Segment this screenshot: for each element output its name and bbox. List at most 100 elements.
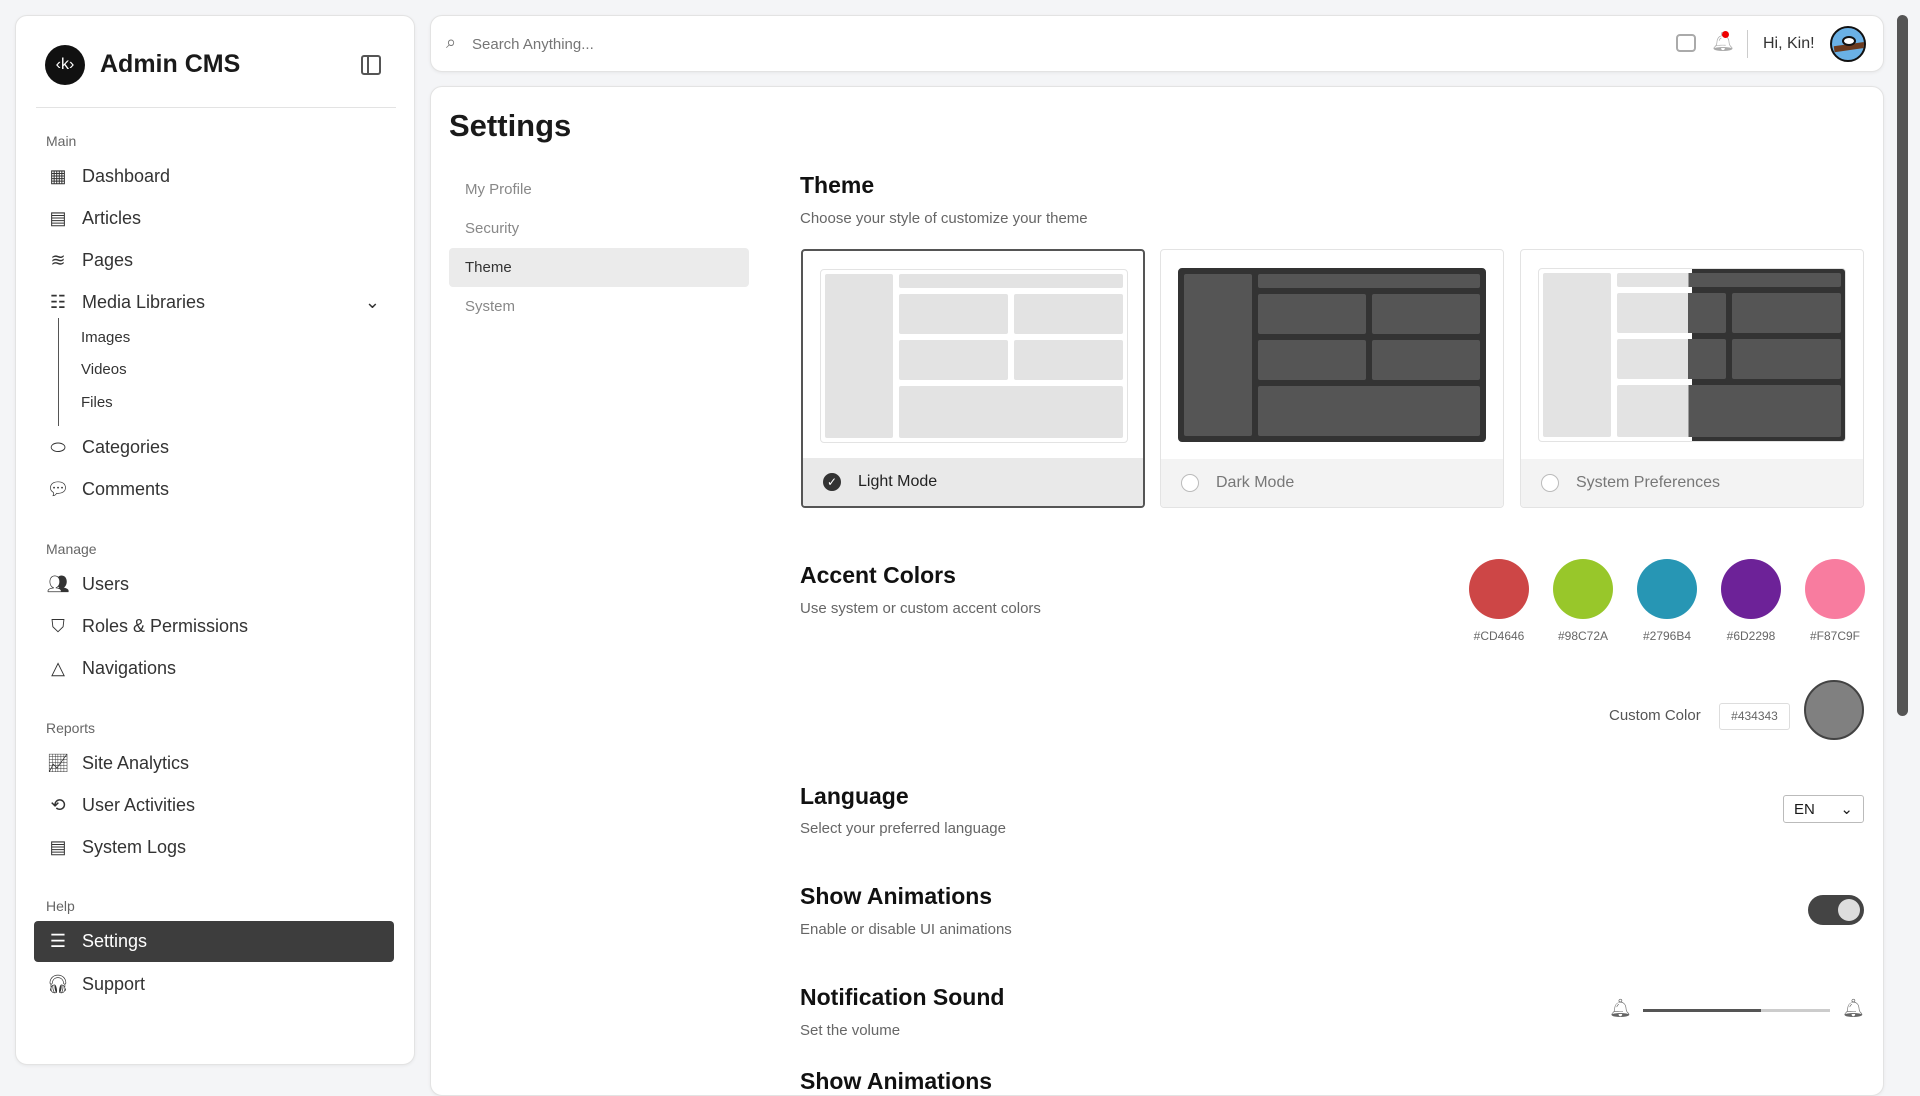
scrollbar[interactable] bbox=[1897, 15, 1908, 716]
sidebar-item-navigations[interactable]: △ Navigations bbox=[34, 648, 394, 688]
sidebar-item-articles[interactable]: ▤ Articles bbox=[34, 198, 394, 238]
custom-color-label: Custom Color bbox=[1609, 707, 1701, 724]
sound-heading: Notification Sound bbox=[800, 984, 1005, 1010]
divider bbox=[36, 107, 396, 108]
label: Pages bbox=[82, 249, 134, 270]
section-main: Main bbox=[46, 133, 77, 149]
color-label: #98C72A bbox=[1557, 629, 1609, 643]
next-section-heading: Show Animations bbox=[800, 1068, 993, 1094]
sidebar-toggle-icon[interactable] bbox=[361, 55, 381, 75]
avatar[interactable] bbox=[1830, 26, 1866, 62]
label: Articles bbox=[82, 207, 142, 228]
accent-heading: Accent Colors bbox=[800, 562, 956, 588]
label: Categories bbox=[82, 436, 170, 457]
language-desc: Select your preferred language bbox=[800, 820, 1006, 837]
subnav-security[interactable]: Security bbox=[449, 209, 749, 248]
label: Support bbox=[82, 973, 146, 994]
label: User Activities bbox=[82, 794, 196, 815]
sidebar-item-settings[interactable]: ☰ Settings bbox=[34, 921, 394, 962]
sidebar-item-pages[interactable]: ≋ Pages bbox=[34, 240, 394, 280]
categories-icon: ⬭ bbox=[50, 436, 66, 457]
theme-option-light[interactable]: ✓ Light Mode bbox=[801, 249, 1145, 508]
label: Comments bbox=[82, 478, 170, 499]
sidebar-sub-images[interactable]: Images bbox=[81, 329, 130, 346]
sidebar-item-support[interactable]: 🎧︎ Support bbox=[34, 964, 394, 1004]
custom-color-picker[interactable] bbox=[1804, 680, 1864, 740]
animations-toggle[interactable] bbox=[1808, 895, 1864, 925]
subnav-system[interactable]: System bbox=[449, 287, 749, 326]
volume-fill bbox=[1643, 1009, 1761, 1012]
language-value: EN bbox=[1794, 800, 1815, 818]
section-manage: Manage bbox=[46, 541, 97, 557]
log-icon: ▤ bbox=[49, 836, 67, 857]
swatch-purple[interactable]: #6D2298 bbox=[1711, 559, 1791, 643]
chart-line-icon: 📈︎ bbox=[46, 752, 70, 773]
inbox-icon[interactable] bbox=[1676, 34, 1696, 52]
sidebar-item-media[interactable]: ☷ Media Libraries ⌄ bbox=[34, 282, 394, 322]
theme-option-dark[interactable]: Dark Mode bbox=[1160, 249, 1504, 508]
navigation-icon: △ bbox=[51, 657, 65, 678]
subnav-theme[interactable]: Theme bbox=[449, 248, 749, 287]
label: Settings bbox=[82, 931, 148, 951]
label: Users bbox=[82, 573, 130, 594]
swatch-pink[interactable]: #F87C9F bbox=[1795, 559, 1875, 643]
sidebar-item-users[interactable]: 👥︎ Users bbox=[34, 564, 394, 604]
sidebar-sub-videos[interactable]: Videos bbox=[81, 361, 127, 378]
logo-icon: ‹k› bbox=[45, 45, 85, 85]
check-icon: ✓ bbox=[823, 473, 841, 491]
swatch-red[interactable]: #CD4646 bbox=[1459, 559, 1539, 643]
color-label: #2796B4 bbox=[1642, 629, 1692, 643]
subnav-my-profile[interactable]: My Profile bbox=[449, 170, 749, 209]
layers-icon: ≋ bbox=[50, 249, 66, 270]
radio-icon bbox=[1541, 474, 1559, 492]
tree-line bbox=[58, 318, 59, 426]
theme-desc: Choose your style of customize your them… bbox=[800, 210, 1088, 227]
accent-desc: Use system or custom accent colors bbox=[800, 600, 1041, 617]
color-label: #CD4646 bbox=[1473, 629, 1525, 643]
label: Dark Mode bbox=[1216, 474, 1295, 491]
label: Media Libraries bbox=[82, 291, 206, 312]
label: Navigations bbox=[82, 657, 177, 678]
label: Roles & Permissions bbox=[82, 615, 249, 636]
color-dot[interactable] bbox=[1721, 559, 1781, 619]
sidebar-item-categories[interactable]: ⬭ Categories bbox=[34, 427, 394, 467]
chevron-down-icon: ⌄ bbox=[364, 291, 380, 312]
search-input[interactable] bbox=[472, 30, 1672, 58]
divider bbox=[1747, 30, 1748, 58]
label: System Logs bbox=[82, 836, 187, 857]
sound-desc: Set the volume bbox=[800, 1022, 901, 1039]
language-heading: Language bbox=[800, 783, 909, 809]
color-dot[interactable] bbox=[1637, 559, 1697, 619]
greeting: Hi, Kin! bbox=[1763, 35, 1815, 52]
sidebar-item-logs[interactable]: ▤ System Logs bbox=[34, 827, 394, 867]
shield-icon: ⛉ bbox=[51, 615, 65, 636]
swatch-blue[interactable]: #2796B4 bbox=[1627, 559, 1707, 643]
volume-slider[interactable] bbox=[1643, 1009, 1830, 1012]
sidebar-sub-files[interactable]: Files bbox=[81, 394, 113, 411]
sidebar-item-analytics[interactable]: 📈︎ Site Analytics bbox=[34, 743, 394, 783]
color-dot[interactable] bbox=[1469, 559, 1529, 619]
sidebar-item-comments[interactable]: 💬︎ Comments bbox=[34, 469, 394, 509]
grid-icon: ▦ bbox=[49, 165, 67, 186]
sidebar-item-dashboard[interactable]: ▦ Dashboard bbox=[34, 156, 394, 196]
section-reports: Reports bbox=[46, 720, 96, 736]
sidebar-item-activities[interactable]: ⟲ User Activities bbox=[34, 785, 394, 825]
comment-icon: 💬︎ bbox=[46, 478, 70, 499]
label: Site Analytics bbox=[82, 752, 190, 773]
swatch-green[interactable]: #98C72A bbox=[1543, 559, 1623, 643]
animations-heading: Show Animations bbox=[800, 883, 993, 909]
language-select[interactable]: EN ⌄ bbox=[1783, 795, 1864, 823]
chevron-down-icon: ⌄ bbox=[1840, 801, 1853, 818]
accent-swatches: #CD4646 #98C72A #2796B4 #6D2298 #F87C9F bbox=[1459, 559, 1875, 643]
app-title: Admin CMS bbox=[100, 50, 241, 78]
sidebar-item-roles[interactable]: ⛉ Roles & Permissions bbox=[34, 606, 394, 646]
bell-loud-icon: 🔔︎ bbox=[1842, 998, 1865, 1018]
bell-icon[interactable]: 🔔︎ bbox=[1711, 30, 1735, 54]
custom-color-input[interactable]: #434343 bbox=[1719, 703, 1790, 730]
history-icon: ⟲ bbox=[50, 794, 66, 815]
color-dot[interactable] bbox=[1805, 559, 1865, 619]
label: Light Mode bbox=[858, 473, 938, 490]
cabinet-icon: ☷ bbox=[49, 291, 67, 312]
theme-option-system[interactable]: System Preferences bbox=[1520, 249, 1864, 508]
color-dot[interactable] bbox=[1553, 559, 1613, 619]
